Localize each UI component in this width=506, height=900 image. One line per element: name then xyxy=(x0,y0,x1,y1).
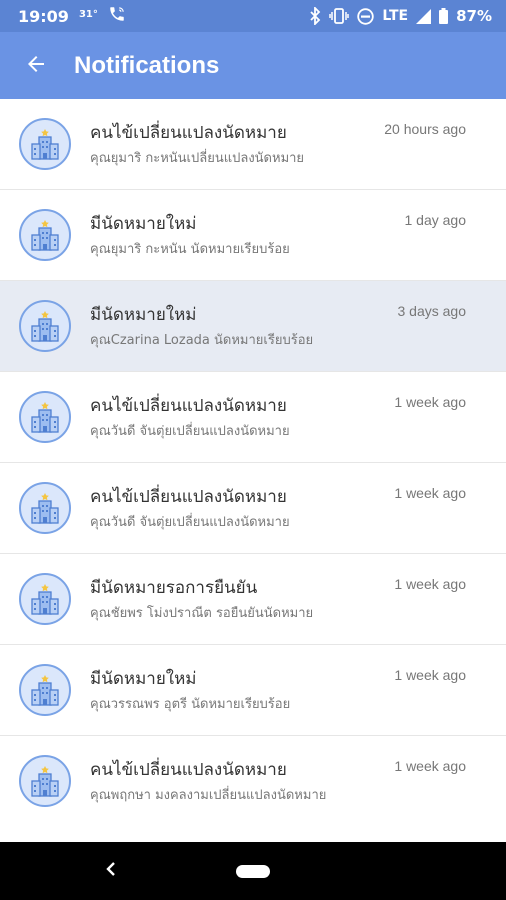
app-bar: Notifications xyxy=(0,32,506,99)
back-button[interactable] xyxy=(18,48,54,84)
notification-body: คุณCzarina Lozada นัดหมายเรียบร้อย xyxy=(90,333,314,348)
signal-icon xyxy=(416,8,432,24)
notification-item[interactable]: มีนัดหมายใหม่ คุณยุมาริ กะหนัน นัดหมายเร… xyxy=(0,190,506,281)
notification-body: คุณวันดี จันตุ่ยเปลี่ยนแปลงนัดหมาย xyxy=(90,515,290,530)
notification-time: 20 hours ago xyxy=(384,121,466,137)
page-title: Notifications xyxy=(74,51,220,79)
notification-body: คุณวรรณพร อุตรี นัดหมายเรียบร้อย xyxy=(90,697,291,712)
notification-time: 3 days ago xyxy=(397,303,467,319)
status-time: 19:09 xyxy=(18,6,69,26)
hospital-building-icon xyxy=(19,391,71,443)
notification-item[interactable]: มีนัดหมายใหม่ คุณวรรณพร อุตรี นัดหมายเรี… xyxy=(0,645,506,736)
notification-title: มีนัดหมายใหม่ xyxy=(90,669,197,689)
do-not-disturb-icon xyxy=(357,7,375,25)
notification-time: 1 week ago xyxy=(394,667,466,683)
notification-time: 1 week ago xyxy=(394,394,466,410)
notification-body: คุณยุมาริ กะหนัน นัดหมายเรียบร้อย xyxy=(90,242,290,257)
notification-item[interactable]: คนไข้เปลี่ยนแปลงนัดหมาย คุณวันดี จันตุ่ย… xyxy=(0,463,506,554)
hospital-building-icon xyxy=(19,300,71,352)
notification-time: 1 day ago xyxy=(404,212,467,228)
notification-item[interactable]: คนไข้เปลี่ยนแปลงนัดหมาย คุณวันดี จันตุ่ย… xyxy=(0,372,506,463)
status-bar: 19:09 31° LTE 87% xyxy=(0,0,506,32)
notification-item[interactable]: มีนัดหมายรอการยืนยัน คุณชัยพร โม่งปราณีต… xyxy=(0,554,506,645)
notification-time: 1 week ago xyxy=(394,576,466,592)
system-nav-bar xyxy=(0,842,506,900)
bluetooth-icon xyxy=(309,7,321,25)
notification-title: มีนัดหมายใหม่ xyxy=(90,214,197,234)
network-type: LTE xyxy=(382,8,409,24)
notification-title: คนไข้เปลี่ยนแปลงนัดหมาย xyxy=(90,396,287,416)
notification-body: คุณยุมาริ กะหนันเปลี่ยนแปลงนัดหมาย xyxy=(90,151,305,166)
notification-body: คุณชัยพร โม่งปราณีต รอยืนยันนัดหมาย xyxy=(90,606,314,621)
notification-body: คุณวันดี จันตุ่ยเปลี่ยนแปลงนัดหมาย xyxy=(90,424,290,439)
hospital-building-icon xyxy=(19,573,71,625)
arrow-left-icon xyxy=(24,52,48,80)
battery-icon xyxy=(439,8,449,24)
notification-body: คุณพฤกษา มงคลงามเปลี่ยนแปลงนัดหมาย xyxy=(90,788,327,803)
notification-title: คนไข้เปลี่ยนแปลงนัดหมาย xyxy=(90,123,287,143)
notification-item[interactable]: คนไข้เปลี่ยนแปลงนัดหมาย คุณยุมาริ กะหนัน… xyxy=(0,99,506,190)
notification-time: 1 week ago xyxy=(394,485,466,501)
notification-title: คนไข้เปลี่ยนแปลงนัดหมาย xyxy=(90,487,287,507)
wifi-calling-icon xyxy=(108,5,126,27)
hospital-building-icon xyxy=(19,664,71,716)
nav-back-button[interactable] xyxy=(98,858,124,884)
notification-title: คนไข้เปลี่ยนแปลงนัดหมาย xyxy=(90,760,287,780)
notification-list[interactable]: คนไข้เปลี่ยนแปลงนัดหมาย คุณยุมาริ กะหนัน… xyxy=(0,99,506,842)
chevron-left-icon xyxy=(104,860,118,882)
hospital-building-icon xyxy=(19,482,71,534)
nav-home-pill[interactable] xyxy=(236,864,270,878)
notification-item[interactable]: มีนัดหมายใหม่ คุณCzarina Lozada นัดหมายเ… xyxy=(0,281,506,372)
hospital-building-icon xyxy=(19,209,71,261)
hospital-building-icon xyxy=(19,755,71,807)
notification-time: 1 week ago xyxy=(394,758,466,774)
status-temperature: 31° xyxy=(78,8,98,20)
hospital-building-icon xyxy=(19,118,71,170)
battery-percent: 87% xyxy=(456,7,492,25)
vibrate-icon xyxy=(329,8,350,24)
notification-title: มีนัดหมายใหม่ xyxy=(90,305,197,325)
notification-item[interactable]: คนไข้เปลี่ยนแปลงนัดหมาย คุณพฤกษา มงคลงาม… xyxy=(0,736,506,842)
notification-title: มีนัดหมายรอการยืนยัน xyxy=(90,578,258,598)
